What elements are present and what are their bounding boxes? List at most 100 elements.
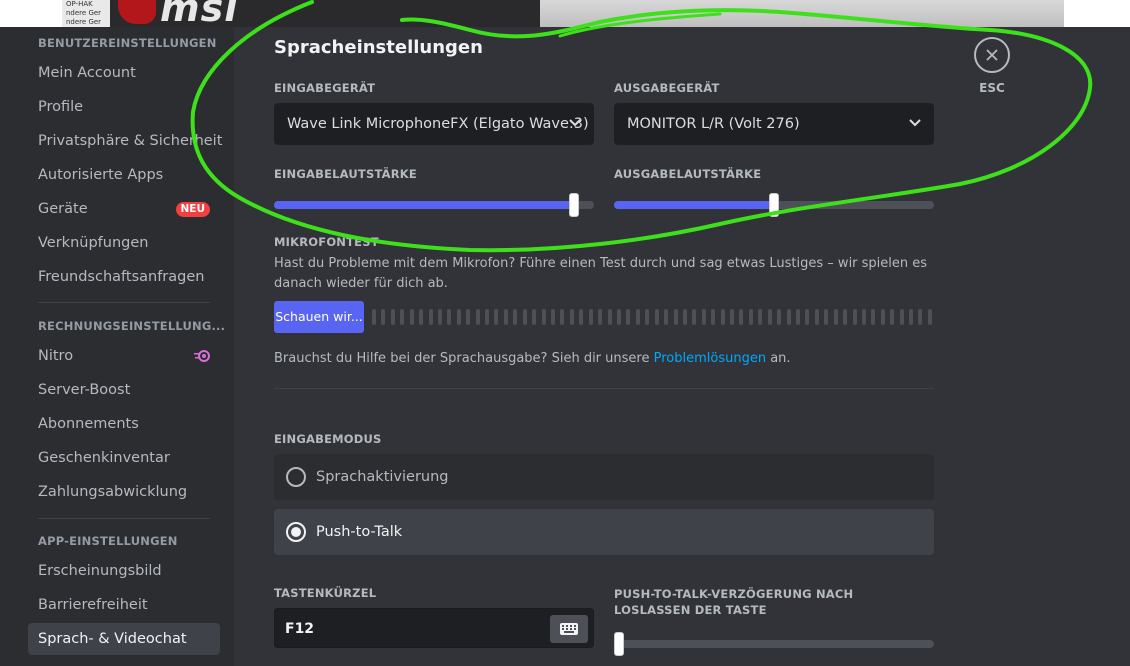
meter-bar [541, 309, 546, 325]
sidebar-item-appearance[interactable]: Erscheinungsbild [28, 555, 220, 587]
background-light-area [540, 0, 1064, 27]
radio-label: Sprachaktivierung [316, 469, 449, 485]
sidebar-item-authorized-apps[interactable]: Autorisierte Apps [28, 159, 220, 191]
input-volume-label: EINGABELAUTSTÄRKE [274, 167, 417, 181]
slider-handle[interactable] [614, 632, 624, 656]
radio-push-to-talk[interactable]: Push-to-Talk [274, 509, 934, 555]
new-badge: NEU [175, 202, 210, 217]
sidebar-item-server-boost[interactable]: Server-Boost [28, 374, 220, 406]
meter-bar [466, 309, 471, 325]
keyboard-icon [560, 623, 578, 635]
meter-bar [598, 309, 603, 325]
meter-bar [654, 309, 659, 325]
meter-bar [918, 309, 923, 325]
meter-bar [456, 309, 461, 325]
output-device-value: MONITOR L/R (Volt 276) [627, 116, 800, 132]
meter-bar [635, 309, 640, 325]
sidebar-divider [38, 518, 210, 519]
close-settings[interactable]: ESC [974, 37, 1010, 95]
sidebar-divider [38, 302, 210, 303]
section-divider [274, 388, 934, 389]
meter-bar [711, 309, 716, 325]
meter-bar [419, 309, 424, 325]
meter-bar [833, 309, 838, 325]
close-button[interactable] [974, 37, 1010, 73]
sidebar-item-gift-inventory[interactable]: Geschenkinventar [28, 442, 220, 474]
meter-bar [927, 309, 932, 325]
output-volume-label: AUSGABELAUTSTÄRKE [614, 167, 762, 181]
meter-bar [372, 309, 376, 325]
sidebar-item-billing[interactable]: Zahlungsabwicklung [28, 476, 220, 508]
mic-test-label: MIKROFONTEST [274, 235, 379, 249]
close-icon [986, 49, 998, 61]
meter-bar [560, 309, 565, 325]
sidebar-item-devices[interactable]: Geräte NEU [28, 193, 220, 225]
paper-line: OP-HAK [66, 0, 93, 8]
input-device-value: Wave Link MicrophoneFX (Elgato Wave:3) [287, 116, 589, 132]
meter-bar [551, 309, 556, 325]
msi-logo-text: msi [160, 0, 239, 30]
meter-bar [532, 309, 537, 325]
output-device-label: AUSGABEGERÄT [614, 81, 720, 95]
meter-bar [607, 309, 612, 325]
sidebar-item-friend-requests[interactable]: Freundschaftsanfragen [28, 261, 220, 293]
input-mode-label: EINGABEMODUS [274, 432, 382, 446]
sidebar-item-privacy-safety[interactable]: Privatsphäre & Sicherheit [28, 125, 222, 157]
meter-bar [664, 309, 669, 325]
input-volume-slider[interactable] [274, 193, 594, 217]
sidebar-item-profiles[interactable]: Profile [28, 91, 220, 123]
meter-bar [513, 309, 518, 325]
paper-line: ndere Ger [66, 9, 102, 17]
voice-settings-panel: Spracheinstellungen EINGABEGERÄT Wave Li… [234, 27, 1130, 666]
output-volume-slider[interactable] [614, 193, 934, 217]
meter-bar [795, 309, 800, 325]
sidebar-item-connections[interactable]: Verknüpfungen [28, 227, 220, 259]
help-text-suffix: an. [766, 351, 791, 366]
slider-handle[interactable] [569, 193, 579, 217]
meter-bar [758, 309, 763, 325]
radio-button[interactable] [286, 467, 306, 487]
output-device-select[interactable]: MONITOR L/R (Volt 276) [614, 103, 934, 145]
sidebar-item-nitro[interactable]: Nitro [28, 340, 220, 372]
radio-voice-activity[interactable]: Sprachaktivierung [274, 454, 934, 500]
mic-test-description: Hast du Probleme mit dem Mikrofon? Führe… [274, 256, 928, 291]
paper-line: ndere Ger [66, 18, 102, 26]
meter-bar [579, 309, 584, 325]
troubleshooting-link[interactable]: Problemlösungen [654, 351, 766, 366]
page-title: Spracheinstellungen [274, 37, 483, 58]
settings-sidebar: BENUTZEREINSTELLUNGEN Mein Account Profi… [0, 27, 234, 666]
shortcut-recorder[interactable]: F12 [274, 608, 594, 648]
shortcut-label: TASTENKÜRZEL [274, 586, 377, 600]
mic-test-button[interactable]: Schauen wir... [274, 301, 364, 333]
meter-bar [381, 309, 386, 325]
meter-bar [588, 309, 593, 325]
meter-bar [569, 309, 574, 325]
meter-bar [871, 309, 876, 325]
radio-button[interactable] [286, 522, 306, 542]
ptt-delay-slider[interactable] [614, 632, 934, 656]
help-text: Brauchst du Hilfe bei der Sprachausgabe?… [274, 349, 934, 369]
meter-bar [730, 309, 735, 325]
sidebar-section-user-settings: BENUTZEREINSTELLUNGEN [38, 36, 217, 50]
chevron-down-icon [909, 119, 921, 127]
sidebar-item-accessibility[interactable]: Barrierefreiheit [28, 589, 220, 621]
meter-bar [447, 309, 452, 325]
meter-bar [673, 309, 678, 325]
meter-bar [748, 309, 753, 325]
meter-bar [503, 309, 508, 325]
mic-level-meter [372, 309, 932, 325]
meter-bar [390, 309, 395, 325]
radio-label: Push-to-Talk [316, 524, 403, 540]
nitro-icon [194, 350, 210, 362]
sidebar-item-subscriptions[interactable]: Abonnements [28, 408, 220, 440]
background-paper: OP-HAK ndere Ger ndere Ger [62, 0, 110, 27]
sidebar-item-my-account[interactable]: Mein Account [28, 57, 220, 89]
sidebar-item-voice-video[interactable]: Sprach- & Videochat [28, 623, 220, 655]
slider-handle[interactable] [769, 193, 779, 217]
input-device-select[interactable]: Wave Link MicrophoneFX (Elgato Wave:3) [274, 103, 594, 145]
meter-bar [522, 309, 527, 325]
meter-bar [880, 309, 885, 325]
meter-bar [861, 309, 866, 325]
meter-bar [616, 309, 621, 325]
record-keybind-button[interactable] [550, 615, 588, 643]
